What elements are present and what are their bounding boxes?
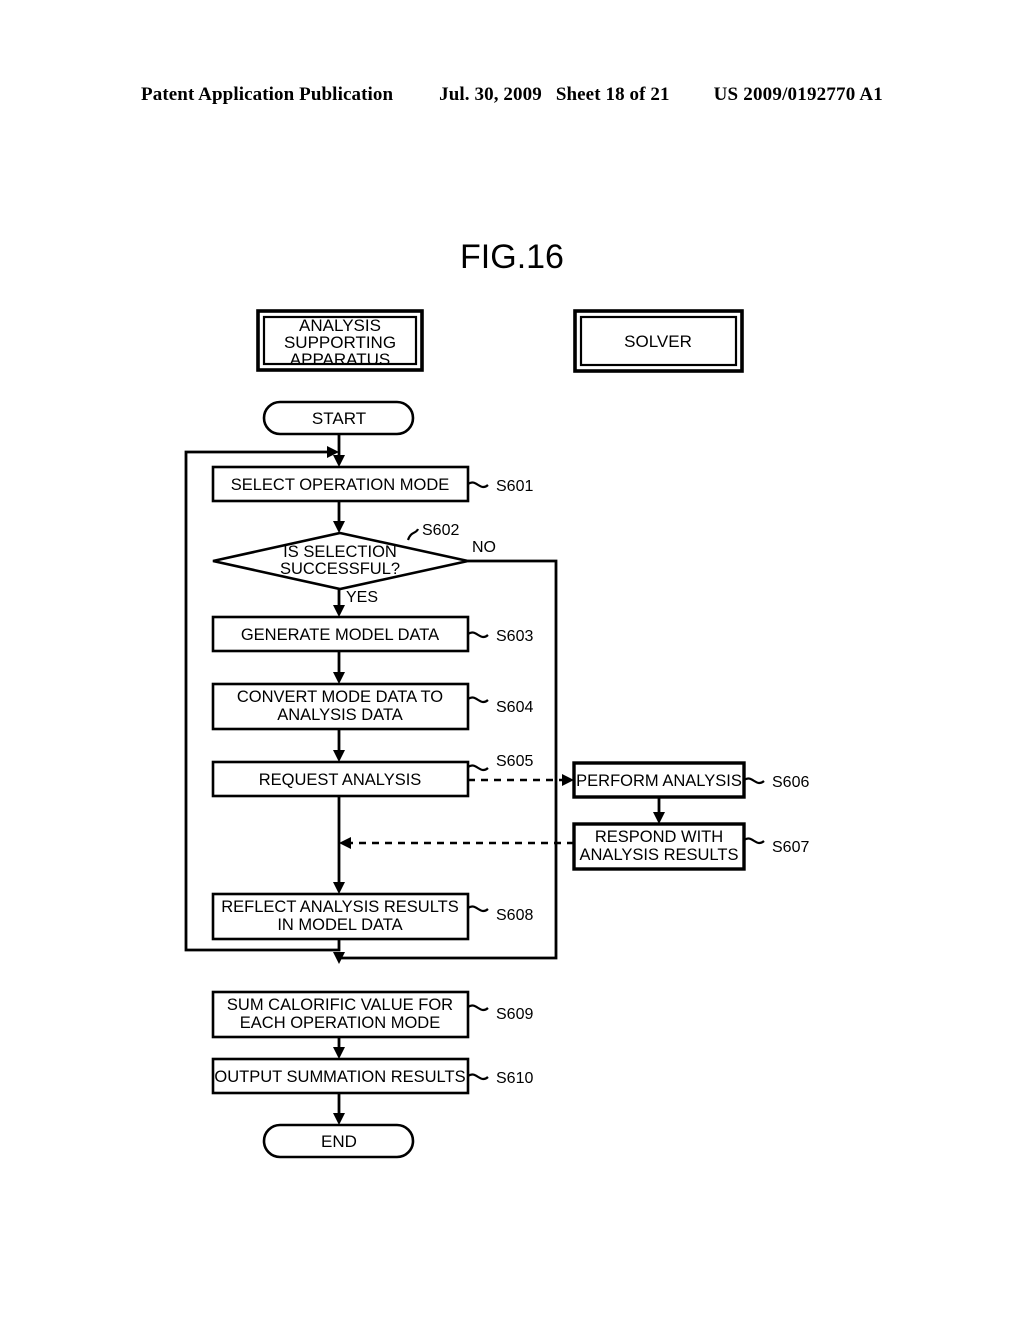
s606-step-number: S606: [772, 774, 809, 791]
step-s604: CONVERT MODE DATA TO ANALYSIS DATA S604: [211, 682, 533, 731]
s601-step-number: S601: [496, 478, 533, 495]
s604-label-line2: ANALYSIS DATA: [277, 706, 403, 724]
s607-label-line1: RESPOND WITH: [595, 828, 723, 846]
s602-label-line2: SUCCESSFUL?: [280, 560, 400, 578]
connector-s601-to-s602: [333, 501, 345, 533]
connector-s607-to-main-dashed: [339, 837, 574, 849]
connector-s609-to-s610: [333, 1037, 345, 1059]
s602-label-line1: IS SELECTION: [283, 543, 397, 561]
step-s608: REFLECT ANALYSIS RESULTS IN MODEL DATA S…: [211, 892, 533, 941]
s609-label-line2: EACH OPERATION MODE: [240, 1014, 440, 1032]
step-s606: PERFORM ANALYSIS S606: [572, 761, 809, 799]
step-s610: OUTPUT SUMMATION RESULTS S610: [211, 1057, 533, 1095]
s609-step-number: S609: [496, 1006, 533, 1023]
s605-step-number: S605: [496, 753, 533, 770]
s607-label-line2: ANALYSIS RESULTS: [580, 846, 739, 864]
connector-s610-to-end: [333, 1093, 345, 1125]
s603-step-number: S603: [496, 628, 533, 645]
connector-s606-to-s607: [653, 797, 665, 824]
lane-header-analysis-supporting-apparatus: ANALYSIS SUPPORTING APPARATUS: [256, 309, 424, 372]
terminal-start: START: [262, 400, 415, 436]
s608-label-line2: IN MODEL DATA: [277, 916, 402, 934]
step-s603: GENERATE MODEL DATA S603: [211, 615, 533, 653]
step-s605: REQUEST ANALYSIS S605: [211, 753, 533, 798]
s608-label-line1: REFLECT ANALYSIS RESULTS: [221, 898, 459, 916]
s606-label: PERFORM ANALYSIS: [576, 772, 742, 790]
s604-step-number: S604: [496, 699, 533, 716]
connector-s605-to-s606-dashed: [468, 774, 574, 786]
end-terminal-label: END: [321, 1132, 357, 1151]
lane-header-solver: SOLVER: [573, 309, 744, 373]
s610-label: OUTPUT SUMMATION RESULTS: [214, 1068, 465, 1086]
s603-label: GENERATE MODEL DATA: [241, 626, 439, 644]
step-s609: SUM CALORIFIC VALUE FOR EACH OPERATION M…: [211, 990, 533, 1039]
s601-label: SELECT OPERATION MODE: [231, 476, 450, 494]
s602-branch-no-label: NO: [472, 539, 496, 556]
flowchart-diagram: ANALYSIS SUPPORTING APPARATUS SOLVER STA…: [184, 309, 809, 1159]
s607-step-number: S607: [772, 839, 809, 856]
s602-step-number: S602: [422, 522, 459, 539]
step-s607: RESPOND WITH ANALYSIS RESULTS S607: [572, 822, 809, 871]
start-terminal-label: START: [312, 409, 366, 428]
s605-label: REQUEST ANALYSIS: [259, 771, 422, 789]
s608-step-number: S608: [496, 907, 533, 924]
lane-solver-label: SOLVER: [624, 332, 692, 351]
s604-label-line1: CONVERT MODE DATA TO: [237, 688, 443, 706]
figure-area: FIG.16 ANALYSIS SUPPORTING APPARATUS SOL…: [0, 0, 1024, 1320]
s610-step-number: S610: [496, 1070, 533, 1087]
terminal-end: END: [262, 1123, 415, 1159]
connector-s603-to-s604: [333, 651, 345, 684]
connector-s602-yes-to-s603: [333, 589, 345, 617]
s602-branch-yes-label: YES: [346, 589, 378, 606]
step-s601: SELECT OPERATION MODE S601: [211, 465, 533, 503]
connector-s604-to-s605: [333, 729, 345, 762]
step-s602-decision: IS SELECTION SUCCESSFUL? S602 NO YES: [212, 522, 496, 606]
s609-label-line1: SUM CALORIFIC VALUE FOR: [227, 996, 453, 1014]
lane-apparatus-label-line3: APPARATUS: [290, 350, 390, 369]
